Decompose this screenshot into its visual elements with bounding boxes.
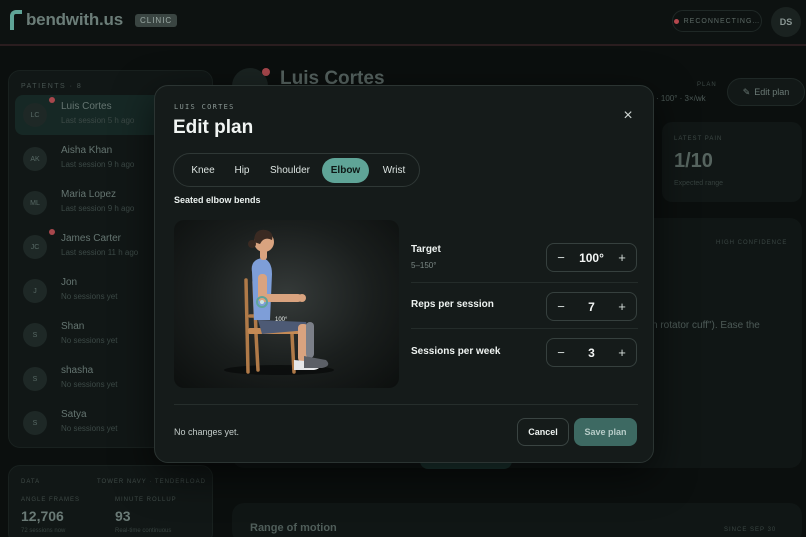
plan-summary: · 100° · 3×/wk	[656, 94, 706, 103]
target-range: 5–150°	[411, 261, 437, 270]
dialog-patient-name: LUIS CORTES	[174, 103, 235, 111]
app-name: bendwith.us	[26, 10, 123, 29]
patient-name: James Carter	[61, 233, 122, 244]
patient-last-session: Last session 5 h ago	[61, 116, 135, 125]
range-of-motion-since: SINCE SEP 30	[724, 527, 777, 533]
sessions-stepper: − 3 +	[546, 338, 637, 367]
plus-icon[interactable]: +	[608, 293, 636, 320]
joint-tabs: Knee Hip Shoulder Elbow Wrist	[173, 153, 420, 187]
divider	[411, 328, 638, 329]
target-value: 100°	[579, 250, 604, 265]
tab-knee[interactable]: Knee	[184, 158, 222, 183]
plus-icon[interactable]: +	[608, 244, 636, 271]
status-dot-icon	[673, 18, 679, 24]
avatar: S	[23, 323, 47, 347]
patient-name: Luis Cortes	[61, 101, 112, 112]
pencil-icon: ✎	[742, 86, 751, 97]
target-label: Target	[411, 244, 441, 255]
edit-plan-label: Edit plan	[754, 87, 790, 97]
tab-wrist[interactable]: Wrist	[374, 158, 414, 183]
divider	[411, 282, 638, 283]
confidence-label: HIGH CONFIDENCE	[716, 240, 788, 246]
app-logo[interactable]: bendwith.us CLINIC	[10, 10, 178, 30]
reps-stepper: − 7 +	[546, 292, 637, 321]
sessions-value: 3	[588, 345, 595, 360]
patient-name: Maria Lopez	[61, 189, 117, 200]
minus-icon[interactable]: −	[547, 293, 575, 320]
edit-plan-button[interactable]: ✎ Edit plan	[727, 78, 805, 106]
latest-pain-value: 1/10	[674, 150, 713, 172]
patient-name: Jon	[61, 277, 78, 288]
patient-last-session: Last session 9 h ago	[61, 160, 135, 169]
stats-label: DATA	[21, 479, 41, 485]
avatar: S	[23, 411, 47, 435]
tab-elbow[interactable]: Elbow	[322, 158, 369, 183]
angle-frames-label: ANGLE FRAMES	[21, 497, 81, 503]
cancel-button[interactable]: Cancel	[517, 418, 569, 446]
preview-angle-label: 100°	[275, 317, 288, 323]
plan-label: PLAN	[697, 82, 717, 88]
tab-shoulder[interactable]: Shoulder	[262, 158, 318, 183]
insight-text: n rotator cuff"). Ease the	[652, 320, 760, 331]
sidebar-heading: PATIENTS · 8	[21, 83, 83, 90]
edit-plan-dialog: LUIS CORTES Edit plan × Knee Hip Shoulde…	[154, 85, 654, 463]
logo-mark-icon	[10, 10, 22, 30]
data-stats-card: DATA TOWER NAVY · TENDERLOAD ANGLE FRAME…	[8, 465, 213, 537]
stats-source: TOWER NAVY · TENDERLOAD	[97, 479, 206, 485]
alert-dot-icon	[262, 68, 270, 76]
minus-icon[interactable]: −	[547, 339, 575, 366]
patient-last-session: No sessions yet	[61, 336, 118, 345]
exercise-name: Seated elbow bends	[174, 195, 261, 205]
patient-name: Aisha Khan	[61, 145, 113, 156]
change-status: No changes yet.	[174, 427, 240, 437]
minute-rollup-value: 93	[115, 508, 131, 524]
minute-rollup-sub: Real-time continuous	[115, 528, 172, 534]
patient-last-session: No sessions yet	[61, 380, 118, 389]
patient-name: Shan	[61, 321, 85, 332]
exercise-preview: 100°	[174, 220, 399, 388]
divider	[174, 404, 638, 405]
seated-figure-illustration: 100°	[224, 229, 334, 375]
patient-last-session: Last session 9 h ago	[61, 204, 135, 213]
avatar: J	[23, 279, 47, 303]
save-plan-button[interactable]: Save plan	[574, 418, 637, 446]
range-of-motion-title: Range of motion	[250, 522, 337, 534]
patient-name: Satya	[61, 409, 87, 420]
avatar: LC	[23, 103, 47, 127]
reps-value: 7	[588, 299, 595, 314]
tab-hip[interactable]: Hip	[226, 158, 258, 183]
plus-icon[interactable]: +	[608, 339, 636, 366]
angle-frames-sub: 72 sessions now	[21, 528, 66, 534]
angle-frames-value: 12,706	[21, 508, 64, 524]
clinic-badge: CLINIC	[134, 13, 178, 27]
latest-pain-label: LATEST PAIN	[674, 136, 723, 142]
reps-label: Reps per session	[411, 299, 494, 310]
dialog-title: Edit plan	[173, 117, 254, 138]
connection-status-label: RECONNECTING…	[683, 17, 761, 25]
minus-icon[interactable]: −	[547, 244, 575, 271]
avatar: ML	[23, 191, 47, 215]
alert-dot-icon	[49, 229, 55, 235]
minute-rollup-label: MINUTE ROLLUP	[115, 497, 177, 503]
user-avatar[interactable]: DS	[771, 7, 801, 37]
top-bar: bendwith.us CLINIC RECONNECTING… DS	[0, 0, 806, 46]
patient-last-session: No sessions yet	[61, 292, 118, 301]
target-stepper: − 100° +	[546, 243, 637, 272]
patient-last-session: Last session 11 h ago	[61, 248, 139, 257]
close-icon[interactable]: ×	[617, 105, 639, 127]
avatar: AK	[23, 147, 47, 171]
alert-dot-icon	[49, 97, 55, 103]
patient-last-session: No sessions yet	[61, 424, 118, 433]
sessions-label: Sessions per week	[411, 346, 501, 357]
avatar: S	[23, 367, 47, 391]
avatar: JC	[23, 235, 47, 259]
latest-pain-sub: Expected range	[674, 180, 724, 187]
latest-pain-card: LATEST PAIN 1/10 Expected range	[662, 122, 802, 202]
patient-name: shasha	[61, 365, 94, 376]
connection-status: RECONNECTING…	[672, 10, 762, 32]
